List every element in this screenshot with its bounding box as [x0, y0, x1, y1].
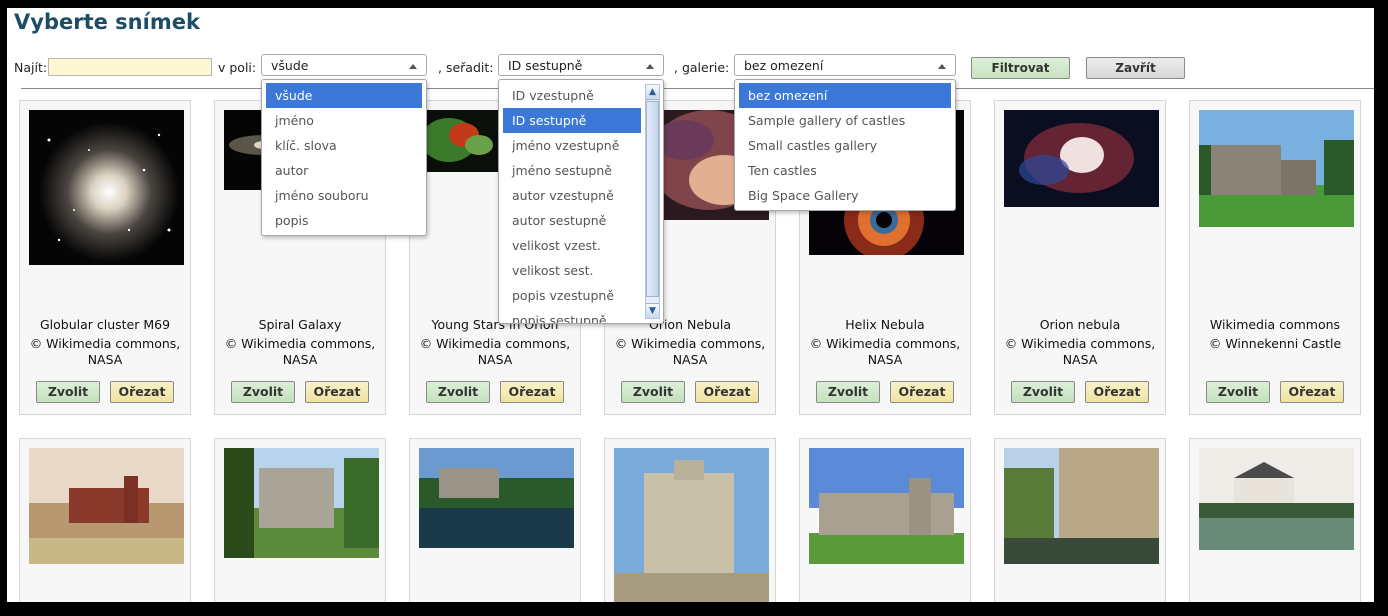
- select-button[interactable]: Zvolit: [426, 381, 490, 403]
- select-button[interactable]: Zvolit: [231, 381, 295, 403]
- scrollbar-thumb[interactable]: [646, 101, 659, 297]
- sort-option[interactable]: jméno vzestupně: [503, 133, 641, 158]
- select-button[interactable]: Zvolit: [36, 381, 100, 403]
- sort-option[interactable]: popis sestupně: [503, 308, 641, 323]
- chevron-up-icon: [938, 64, 946, 69]
- find-label: Najít:: [14, 60, 48, 75]
- thumbnail-castle-5[interactable]: [809, 448, 964, 564]
- thumbnail-castle-3[interactable]: [419, 448, 574, 548]
- divider: [21, 88, 1374, 89]
- field-option[interactable]: všude: [266, 83, 422, 108]
- select-button[interactable]: Zvolit: [621, 381, 685, 403]
- field-option[interactable]: jméno souboru: [266, 183, 422, 208]
- gallery-option[interactable]: bez omezení: [739, 83, 951, 108]
- image-credit: © Winnekenni Castle: [1208, 336, 1342, 351]
- image-card: [409, 438, 581, 602]
- gallery-select-value: bez omezení: [744, 58, 824, 73]
- image-card: [1189, 438, 1361, 602]
- scroll-up-icon[interactable]: ▲: [646, 85, 659, 100]
- image-credit: © Wikimedia commons, NASA: [419, 336, 571, 367]
- field-label: v poli:: [218, 60, 257, 75]
- select-button[interactable]: Zvolit: [1011, 381, 1075, 403]
- image-card: [604, 438, 776, 602]
- image-card: [19, 438, 191, 602]
- crop-button[interactable]: Ořezat: [890, 381, 954, 403]
- sort-scrollbar[interactable]: ▲ ▼: [645, 84, 660, 319]
- thumbnail-castle-4[interactable]: [614, 448, 769, 602]
- gallery-option[interactable]: Ten castles: [739, 158, 951, 183]
- thumbnail-castle-6[interactable]: [1004, 448, 1159, 564]
- sort-select-value: ID sestupně: [508, 58, 583, 73]
- field-option[interactable]: popis: [266, 208, 422, 233]
- sort-option[interactable]: ID sestupně: [503, 108, 641, 133]
- sort-option[interactable]: jméno sestupně: [503, 158, 641, 183]
- field-dropdown: všude jméno klíč. slova autor jméno soub…: [261, 79, 427, 236]
- image-card: Wikimedia commons © Winnekenni Castle Zv…: [1189, 100, 1361, 415]
- sort-label: , seřadit:: [438, 60, 494, 75]
- crop-button[interactable]: Ořezat: [695, 381, 759, 403]
- sort-option[interactable]: autor sestupně: [503, 208, 641, 233]
- select-button[interactable]: Zvolit: [1206, 381, 1270, 403]
- sort-select[interactable]: ID sestupně: [498, 54, 664, 76]
- crop-button[interactable]: Ořezat: [110, 381, 174, 403]
- gallery-label: , galerie:: [674, 60, 730, 75]
- image-card: [214, 438, 386, 602]
- chevron-up-icon: [409, 64, 417, 69]
- gallery-dropdown: bez omezení Sample gallery of castles Sm…: [734, 79, 956, 211]
- image-title: Spiral Galaxy: [258, 317, 342, 332]
- close-button[interactable]: Zavřít: [1086, 57, 1185, 79]
- sort-dropdown: ID vzestupně ID sestupně jméno vzestupně…: [498, 79, 664, 324]
- image-card: [799, 438, 971, 602]
- select-button[interactable]: Zvolit: [816, 381, 880, 403]
- gallery-option[interactable]: Small castles gallery: [739, 133, 951, 158]
- thumbnail-winnekenni-castle[interactable]: [1199, 110, 1354, 227]
- image-credit: © Wikimedia commons, NASA: [224, 336, 376, 367]
- image-title: Orion nebula: [1039, 317, 1121, 332]
- sort-option[interactable]: ID vzestupně: [503, 83, 641, 108]
- thumbnail-orion-nebula-2[interactable]: [1004, 110, 1159, 207]
- gallery-option[interactable]: Big Space Gallery: [739, 183, 951, 208]
- gallery-select[interactable]: bez omezení: [734, 54, 956, 76]
- image-credit: © Wikimedia commons, NASA: [809, 336, 961, 367]
- sort-option[interactable]: velikost vzest.: [503, 233, 641, 258]
- image-card: [994, 438, 1166, 602]
- thumbnail-castle-7[interactable]: [1199, 448, 1354, 550]
- image-card: Globular cluster M69 © Wikimedia commons…: [19, 100, 191, 415]
- field-select[interactable]: všude: [261, 54, 427, 76]
- find-input[interactable]: [48, 58, 212, 76]
- sort-option[interactable]: velikost sest.: [503, 258, 641, 283]
- image-title: Helix Nebula: [845, 317, 925, 332]
- thumbnail-castle-2[interactable]: [224, 448, 379, 558]
- image-title: Globular cluster M69: [39, 317, 171, 332]
- page-title: Vyberte snímek: [14, 10, 200, 34]
- crop-button[interactable]: Ořezat: [305, 381, 369, 403]
- image-title: Wikimedia commons: [1209, 317, 1341, 332]
- crop-button[interactable]: Ořezat: [1085, 381, 1149, 403]
- field-option[interactable]: autor: [266, 158, 422, 183]
- sort-option[interactable]: popis vzestupně: [503, 283, 641, 308]
- filter-button[interactable]: Filtrovat: [971, 57, 1070, 79]
- field-option[interactable]: jméno: [266, 108, 422, 133]
- thumbnail-globular-cluster[interactable]: [29, 110, 184, 265]
- scroll-down-icon[interactable]: ▼: [646, 303, 659, 318]
- image-picker-window: Vyberte snímek Najít: v poli: všude , se…: [7, 8, 1374, 602]
- field-select-value: všude: [271, 58, 309, 73]
- crop-button[interactable]: Ořezat: [1280, 381, 1344, 403]
- chevron-up-icon: [646, 64, 654, 69]
- image-credit: © Wikimedia commons, NASA: [29, 336, 181, 367]
- image-credit: © Wikimedia commons, NASA: [614, 336, 766, 367]
- image-credit: © Wikimedia commons, NASA: [1004, 336, 1156, 367]
- gallery-option[interactable]: Sample gallery of castles: [739, 108, 951, 133]
- field-option[interactable]: klíč. slova: [266, 133, 422, 158]
- image-card: Orion nebula © Wikimedia commons, NASA Z…: [994, 100, 1166, 415]
- crop-button[interactable]: Ořezat: [500, 381, 564, 403]
- sort-option[interactable]: autor vzestupně: [503, 183, 641, 208]
- thumbnail-castle-1[interactable]: [29, 448, 184, 564]
